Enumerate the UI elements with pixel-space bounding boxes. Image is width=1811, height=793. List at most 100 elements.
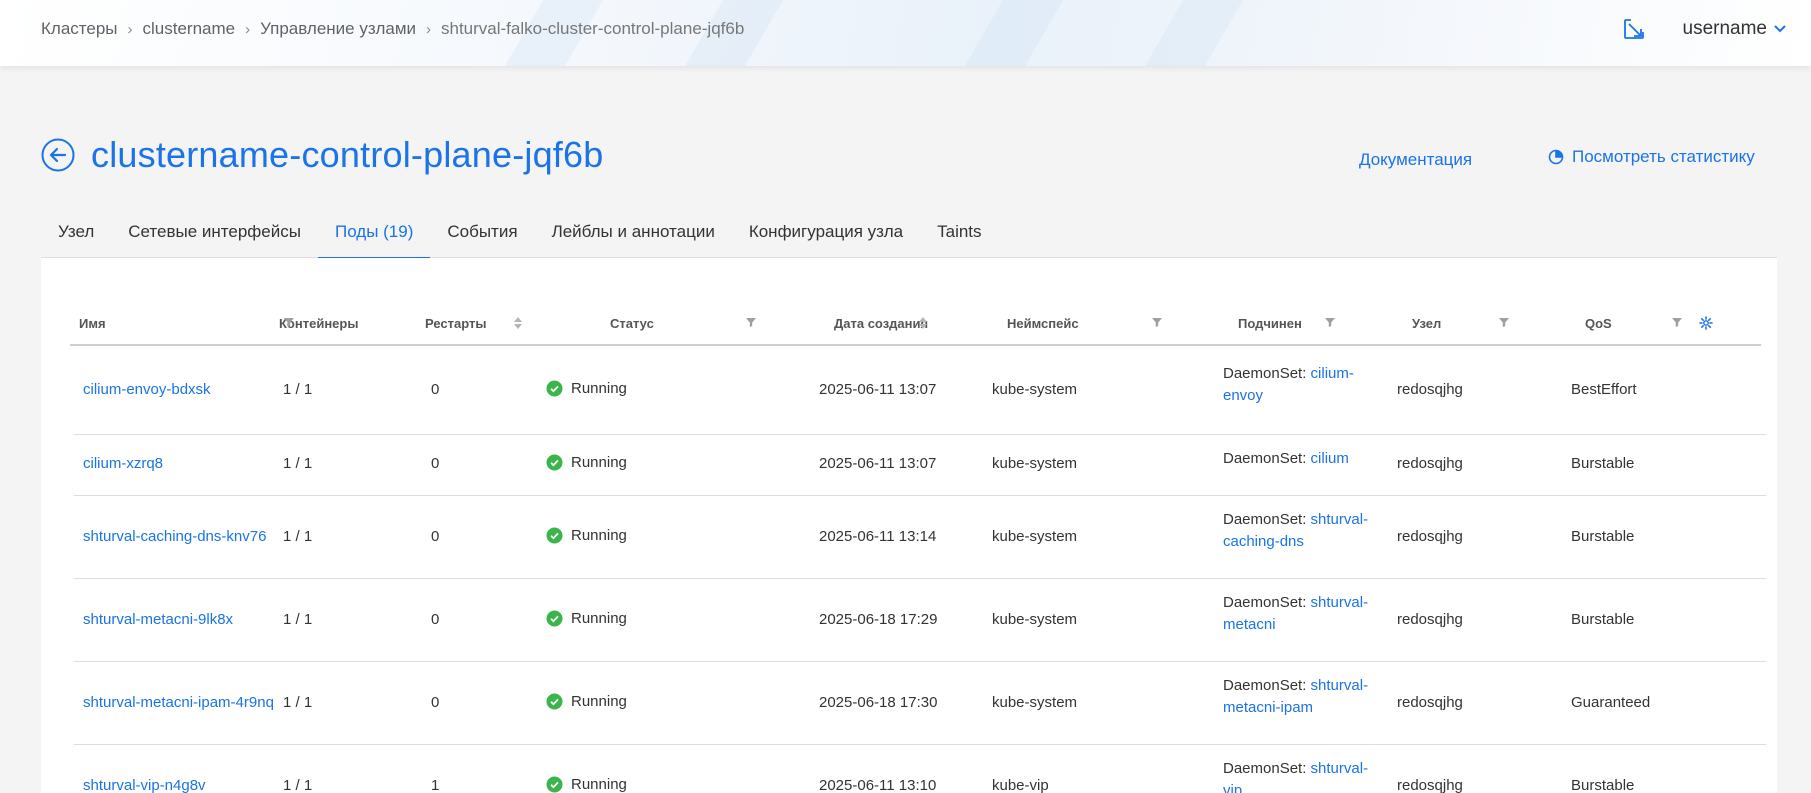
owner-cell: DaemonSet: shturval-caching-dns (1223, 509, 1393, 553)
tab-events[interactable]: События (430, 212, 534, 258)
tab-node-config[interactable]: Конфигурация узла (732, 212, 920, 258)
sort-icon[interactable] (513, 316, 523, 330)
chevron-right-icon: › (245, 20, 251, 38)
owner-link[interactable]: metacni (1223, 616, 1276, 633)
table-row: shturval-metacni-ipam-4r9nq 1 / 1 0 Runn… (74, 662, 1766, 745)
owner-link[interactable]: shturval- (1311, 594, 1369, 611)
table-row: shturval-caching-dns-knv76 1 / 1 0 Runni… (74, 496, 1766, 579)
owner-link[interactable]: vip (1223, 782, 1242, 793)
status-badge: Running (546, 693, 627, 710)
tab-taints[interactable]: Taints (920, 212, 998, 258)
qos-class: Burstable (1571, 777, 1635, 793)
column-header-name[interactable]: Имя (79, 310, 106, 346)
owner-link[interactable]: envoy (1223, 387, 1263, 404)
owner-link[interactable]: metacni-ipam (1223, 699, 1313, 716)
check-circle-icon (546, 776, 563, 793)
owner-link[interactable]: shturval- (1311, 511, 1369, 528)
node-name: redosqjhg (1397, 611, 1463, 628)
column-header-node: Узел (1412, 316, 1442, 331)
owner-link[interactable]: shturval- (1311, 760, 1369, 777)
gear-icon[interactable] (1699, 316, 1713, 330)
pod-name-link[interactable]: cilium-xzrq8 (83, 455, 163, 472)
containers-count: 1 / 1 (283, 381, 313, 398)
node-name: redosqjhg (1397, 381, 1463, 398)
column-header-restarts[interactable]: Рестарты (425, 310, 486, 346)
status-badge: Running (546, 776, 627, 793)
filter-icon[interactable] (1324, 316, 1336, 328)
tab-network-interfaces[interactable]: Сетевые интерфейсы (111, 212, 318, 258)
view-statistics-link[interactable]: Посмотреть статистику (1548, 147, 1755, 167)
filter-icon[interactable] (1498, 316, 1510, 328)
owner-link[interactable]: caching-dns (1223, 533, 1304, 550)
owner-link[interactable]: cilium (1311, 450, 1349, 467)
status-text: Running (571, 454, 627, 471)
breadcrumb-clusters[interactable]: Кластеры (41, 19, 118, 39)
qos-class: Burstable (1571, 528, 1635, 545)
column-header-qos: QoS (1585, 316, 1612, 331)
restarts-count: 0 (431, 694, 440, 711)
node-name: redosqjhg (1397, 528, 1463, 545)
check-circle-icon (546, 454, 563, 471)
filter-icon[interactable] (1151, 316, 1163, 328)
containers-count: 1 / 1 (283, 777, 313, 793)
containers-count: 1 / 1 (283, 528, 313, 545)
sort-icon[interactable] (918, 316, 928, 330)
namespace: kube-system (992, 528, 1078, 545)
status-text: Running (571, 527, 627, 544)
pod-name-link[interactable]: shturval-vip-n4g8v (83, 777, 206, 793)
node-name: redosqjhg (1397, 455, 1463, 472)
tab-node[interactable]: Узел (41, 212, 111, 258)
node-name: redosqjhg (1397, 694, 1463, 711)
breadcrumb-cluster[interactable]: clustername (143, 19, 236, 39)
column-header-namespace: Неймспейс (1007, 316, 1079, 331)
header-actions: username (1619, 14, 1788, 44)
owner-cell: DaemonSet: cilium-envoy (1223, 363, 1393, 407)
documentation-link[interactable]: Документация (1359, 150, 1472, 170)
created-date: 2025-06-18 17:30 (819, 694, 938, 711)
username: username (1682, 18, 1768, 39)
namespace: kube-system (992, 455, 1078, 472)
filter-icon[interactable] (745, 316, 757, 328)
tab-bar: Узел Сетевые интерфейсы Поды (19) Событи… (41, 212, 1777, 259)
status-text: Running (571, 610, 627, 627)
pod-name-link[interactable]: cilium-envoy-bdxsk (83, 381, 211, 398)
status-text: Running (571, 380, 627, 397)
table-row: shturval-vip-n4g8v 1 / 1 1 Running 2025-… (74, 745, 1766, 793)
column-header-created[interactable]: Дата создания (834, 310, 928, 346)
node-name: redosqjhg (1397, 777, 1463, 793)
table-header: Имя Контейнеры Рестарты Статус Дата созд… (70, 310, 1761, 346)
pod-name-link[interactable]: shturval-metacni-ipam-4r9nq (83, 694, 274, 711)
back-arrow-icon[interactable] (41, 138, 75, 172)
check-circle-icon (546, 380, 563, 397)
table-row: shturval-metacni-9lk8x 1 / 1 0 Running 2… (74, 579, 1766, 662)
check-circle-icon (546, 693, 563, 710)
status-text: Running (571, 776, 627, 793)
created-date: 2025-06-11 13:07 (819, 455, 937, 472)
restarts-count: 1 (431, 777, 440, 793)
check-circle-icon (546, 527, 563, 544)
filter-icon[interactable] (283, 316, 295, 328)
breadcrumb-node-management[interactable]: Управление узлами (260, 19, 416, 39)
pod-name-link[interactable]: shturval-caching-dns-knv76 (83, 528, 266, 545)
owner-cell: DaemonSet: shturval-vip (1223, 758, 1393, 793)
column-header-owner: Подчинен (1238, 316, 1302, 331)
qos-class: Guaranteed (1571, 694, 1651, 711)
restarts-count: 0 (431, 528, 440, 545)
pod-name-link[interactable]: shturval-metacni-9lk8x (83, 611, 233, 628)
owner-kind: DaemonSet: (1223, 594, 1311, 611)
created-date: 2025-06-11 13:10 (819, 777, 937, 793)
namespace: kube-vip (992, 777, 1049, 793)
containers-count: 1 / 1 (283, 611, 313, 628)
tab-pods[interactable]: Поды (19) (317, 212, 431, 259)
owner-link[interactable]: cilium- (1311, 365, 1354, 382)
filter-icon[interactable] (1671, 316, 1683, 328)
expand-window-icon[interactable] (1619, 14, 1649, 44)
owner-link[interactable]: shturval- (1311, 677, 1369, 694)
tab-labels-annotations[interactable]: Лейблы и аннотации (535, 212, 732, 258)
chevron-down-icon (1774, 25, 1786, 33)
user-menu[interactable]: username (1683, 18, 1788, 40)
page-title-row: clustername-control-plane-jqf6b (41, 134, 603, 176)
chevron-right-icon: › (127, 20, 133, 38)
qos-class: Burstable (1571, 455, 1635, 472)
chevron-right-icon: › (426, 20, 431, 38)
